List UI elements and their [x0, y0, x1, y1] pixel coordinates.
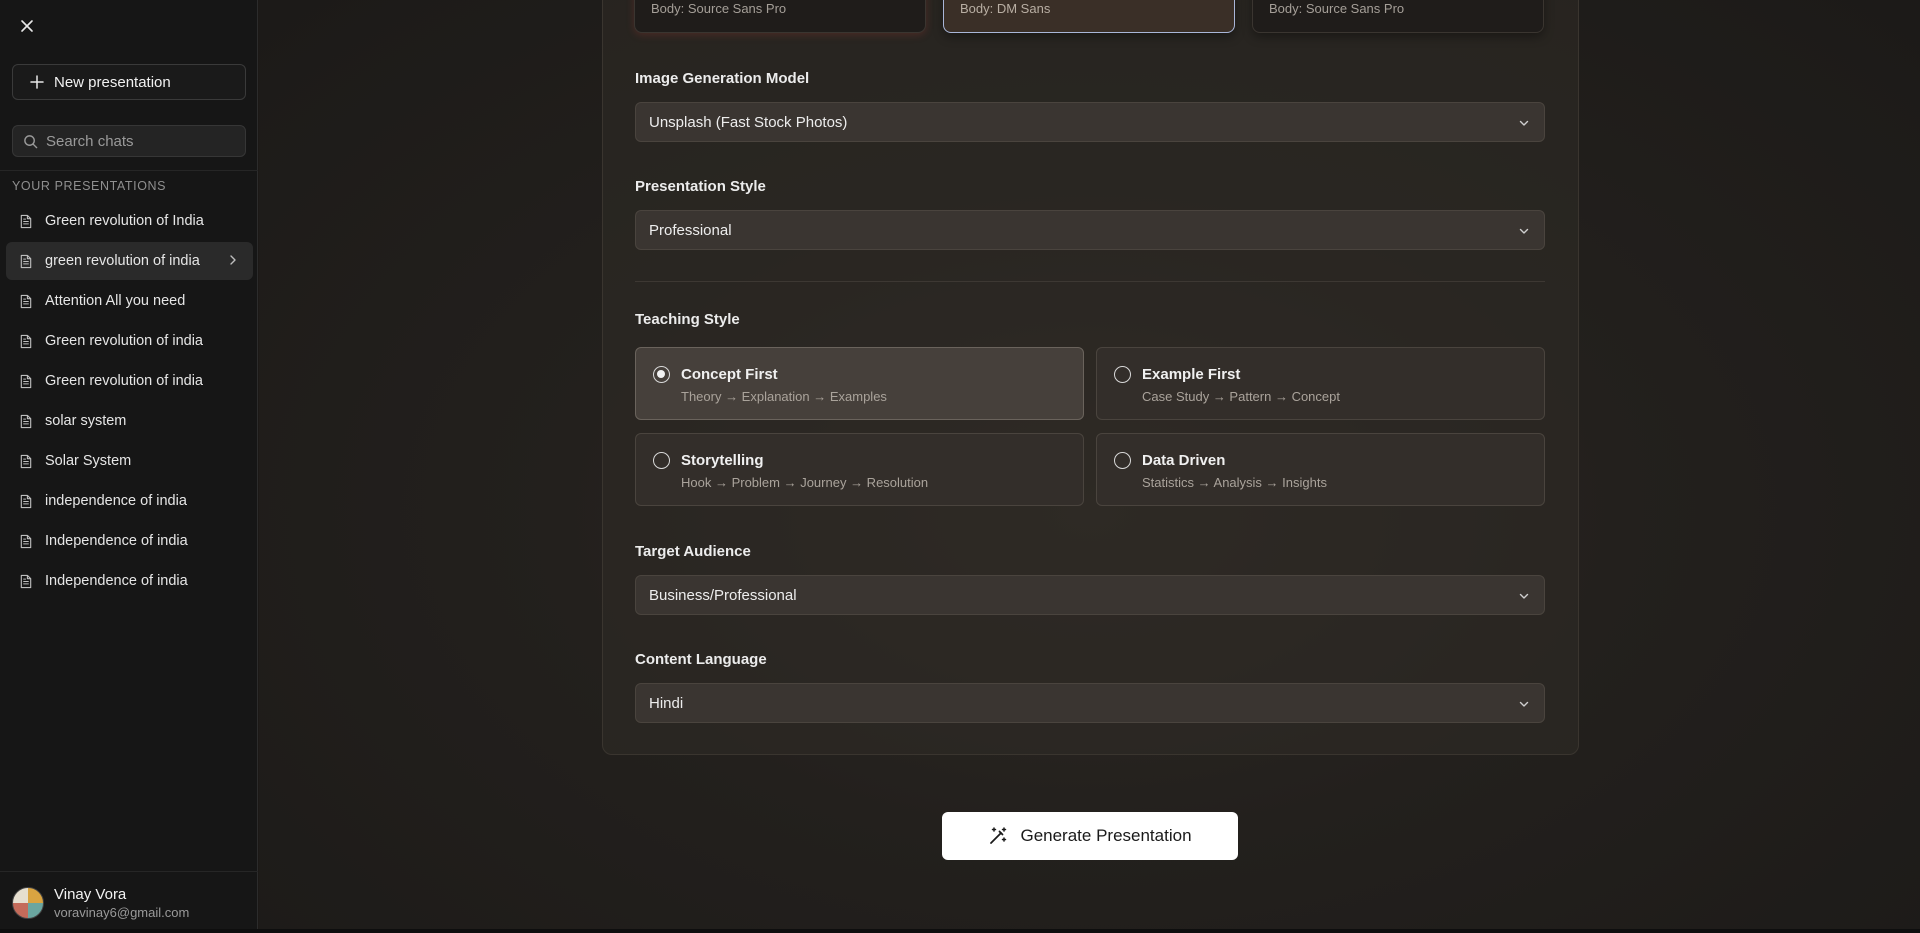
main-content: Body: Source Sans Pro Body: DM Sans Body…	[259, 0, 1920, 933]
list-item[interactable]: Attention All you need	[6, 282, 253, 320]
chevron-down-icon	[1519, 228, 1529, 234]
presentations-list: Green revolution of India green revolutio…	[6, 202, 253, 602]
radio-button[interactable]	[653, 366, 670, 383]
list-item-label: Green revolution of india	[45, 373, 203, 389]
list-item-label: Green revolution of india	[45, 333, 203, 349]
user-email: voravinay6@gmail.com	[54, 904, 190, 920]
presentation-style-value: Professional	[649, 221, 732, 239]
search-icon	[24, 134, 38, 148]
document-icon	[20, 414, 32, 428]
list-item[interactable]: Independence of india	[6, 522, 253, 560]
list-item-label: Independence of india	[45, 533, 188, 549]
presentation-style-select[interactable]: Professional	[635, 210, 1545, 250]
list-item-label: Independence of india	[45, 573, 188, 589]
font-option-body: Body: Source Sans Pro	[1269, 1, 1405, 16]
app-root: New presentation YOUR PRESENTATIONS Gree…	[0, 0, 1920, 933]
list-item-label: green revolution of india	[45, 253, 200, 269]
image-model-select[interactable]: Unsplash (Fast Stock Photos)	[635, 102, 1545, 142]
target-audience-select[interactable]: Business/Professional	[635, 575, 1545, 615]
content-language-label: Content Language	[635, 651, 767, 668]
target-audience-label: Target Audience	[635, 543, 751, 560]
content-language-value: Hindi	[649, 694, 684, 712]
chevron-down-icon	[1519, 593, 1529, 599]
list-item[interactable]: Independence of india	[6, 562, 253, 600]
list-item[interactable]: independence of india	[6, 482, 253, 520]
new-presentation-label: New presentation	[54, 73, 171, 91]
chevron-right-icon	[230, 255, 236, 265]
target-audience-value: Business/Professional	[649, 586, 797, 604]
content-language-select[interactable]: Hindi	[635, 683, 1545, 723]
search-box[interactable]	[12, 125, 246, 157]
close-icon	[21, 20, 33, 32]
section-label: YOUR PRESENTATIONS	[12, 179, 167, 193]
user-name: Vinay Vora	[54, 885, 127, 903]
list-item[interactable]: Green revolution of India	[6, 202, 253, 240]
teaching-option-storytelling[interactable]: Storytelling Hook → Problem → Journey → …	[635, 433, 1084, 506]
generate-presentation-button[interactable]: Generate Presentation	[942, 812, 1238, 860]
list-item[interactable]: green revolution of india	[6, 242, 253, 280]
list-item[interactable]: Green revolution of india	[6, 362, 253, 400]
chevron-down-icon	[1519, 701, 1529, 707]
generate-button-label: Generate Presentation	[1020, 826, 1192, 845]
option-title: Example First	[1142, 366, 1241, 383]
search-input[interactable]	[46, 132, 236, 150]
option-subtitle: Theory → Explanation → Examples	[681, 389, 887, 404]
image-model-value: Unsplash (Fast Stock Photos)	[649, 113, 848, 131]
document-icon	[20, 534, 32, 548]
document-icon	[20, 454, 32, 468]
user-profile[interactable]: Vinay Vora voravinay6@gmail.com	[0, 871, 258, 933]
font-option-body: Body: DM Sans	[960, 1, 1051, 16]
document-icon	[20, 214, 32, 228]
list-item[interactable]: Solar System	[6, 442, 253, 480]
option-title: Concept First	[681, 366, 778, 383]
list-item-label: solar system	[45, 413, 127, 429]
font-option-card[interactable]: Body: Source Sans Pro	[1252, 0, 1544, 33]
magic-wand-icon	[990, 827, 1007, 844]
sidebar-divider	[0, 170, 258, 171]
option-title: Storytelling	[681, 452, 764, 469]
option-subtitle: Case Study → Pattern → Concept	[1142, 389, 1340, 404]
chevron-down-icon	[1519, 120, 1529, 126]
radio-button[interactable]	[1114, 452, 1131, 469]
font-option-card[interactable]: Body: Source Sans Pro	[634, 0, 926, 33]
presentation-style-label: Presentation Style	[635, 178, 766, 195]
list-item-label: Attention All you need	[45, 293, 186, 309]
teaching-option-concept-first[interactable]: Concept First Theory → Explanation → Exa…	[635, 347, 1084, 420]
sidebar: New presentation YOUR PRESENTATIONS Gree…	[0, 0, 258, 933]
option-title: Data Driven	[1142, 452, 1226, 469]
document-icon	[20, 254, 32, 268]
document-icon	[20, 574, 32, 588]
list-item-label: independence of india	[45, 493, 187, 509]
image-model-label: Image Generation Model	[635, 70, 810, 87]
font-option-body: Body: Source Sans Pro	[651, 1, 787, 16]
document-icon	[20, 334, 32, 348]
list-item[interactable]: Green revolution of india	[6, 322, 253, 360]
list-item-label: Green revolution of India	[45, 213, 204, 229]
user-info: Vinay Vora voravinay6@gmail.com	[54, 886, 189, 920]
option-subtitle: Statistics → Analysis → Insights	[1142, 475, 1327, 490]
teaching-option-example-first[interactable]: Example First Case Study → Pattern → Con…	[1096, 347, 1545, 420]
divider	[635, 281, 1545, 282]
option-subtitle: Hook → Problem → Journey → Resolution	[681, 475, 929, 490]
avatar	[12, 886, 44, 919]
list-item-label: Solar System	[45, 453, 132, 469]
font-option-card-selected[interactable]: Body: DM Sans	[943, 0, 1235, 33]
document-icon	[20, 294, 32, 308]
document-icon	[20, 494, 32, 508]
document-icon	[20, 374, 32, 388]
close-sidebar-button[interactable]	[14, 13, 40, 39]
teaching-option-data-driven[interactable]: Data Driven Statistics → Analysis → Insi…	[1096, 433, 1545, 506]
plus-icon	[30, 75, 44, 89]
teaching-style-label: Teaching Style	[635, 311, 740, 328]
list-item[interactable]: solar system	[6, 402, 253, 440]
radio-button[interactable]	[1114, 366, 1131, 383]
radio-button[interactable]	[653, 452, 670, 469]
window-bottom-edge	[0, 929, 1920, 933]
new-presentation-button[interactable]: New presentation	[12, 64, 246, 100]
